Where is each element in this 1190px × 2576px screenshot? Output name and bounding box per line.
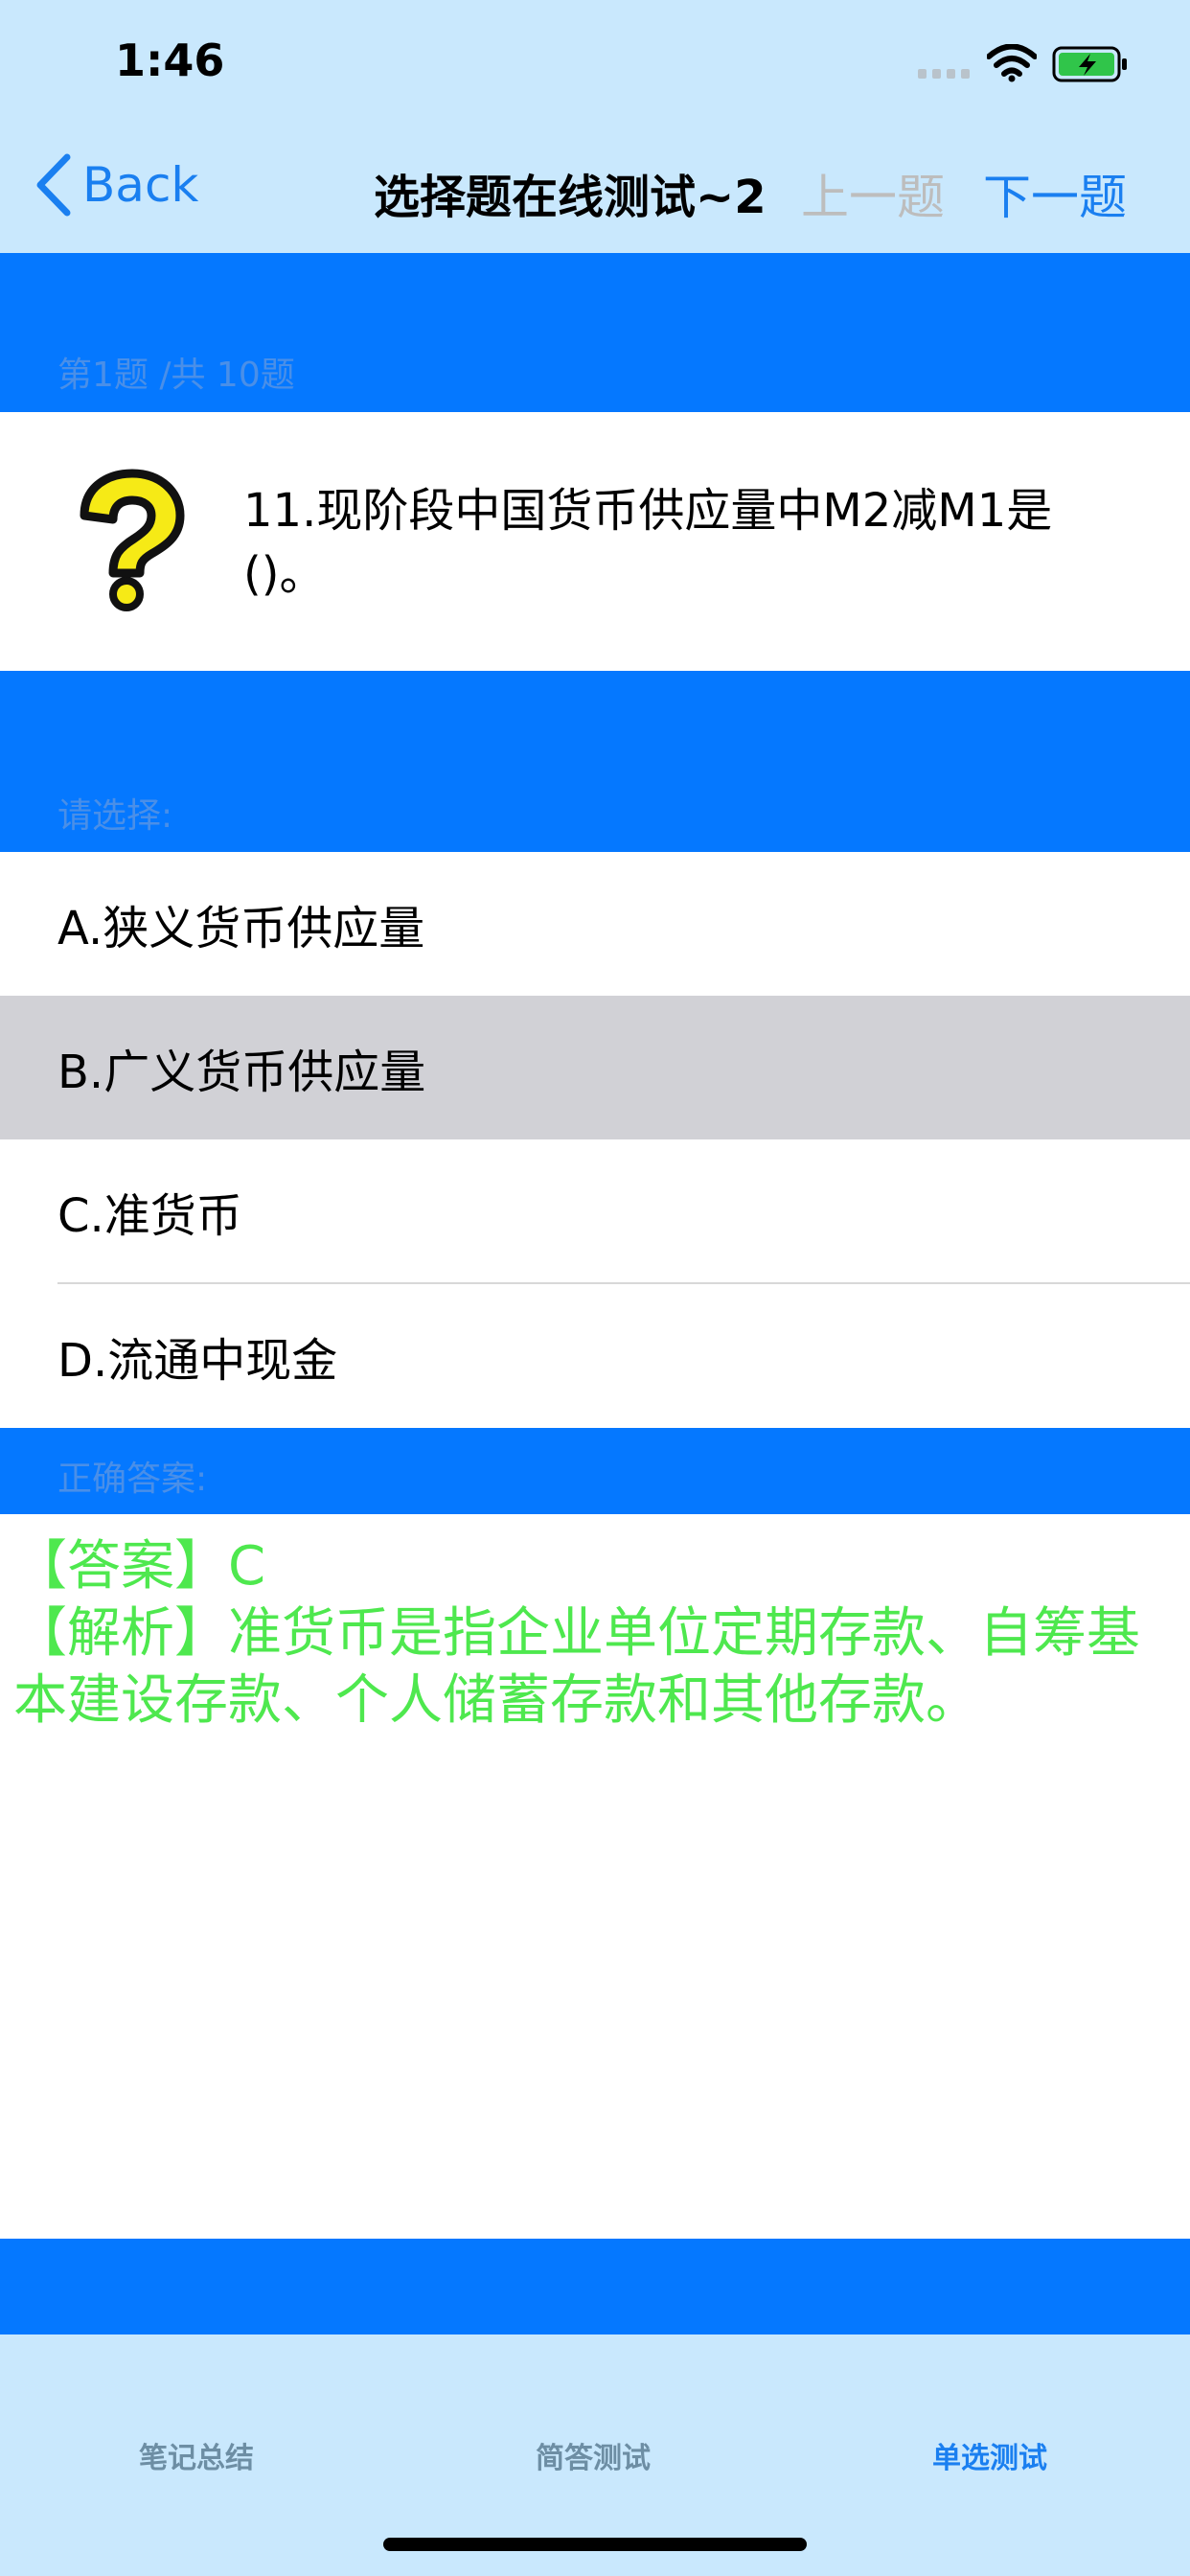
chevron-left-icon xyxy=(36,153,71,217)
bottom-band xyxy=(0,2239,1190,2334)
option-a-label: A.狭义货币供应量 xyxy=(57,902,425,955)
explanation-text: 【解析】准货币是指企业单位定期存款、自筹基本建设存款、个人储蓄存款和其他存款。 xyxy=(13,1602,1140,1732)
tab-notes[interactable]: 笔记总结 xyxy=(139,2434,254,2476)
back-button[interactable]: Back xyxy=(34,153,198,217)
back-label: Back xyxy=(82,157,199,213)
battery-charging-icon xyxy=(1052,46,1127,82)
wifi-icon xyxy=(987,44,1037,82)
choose-label: 请选择: xyxy=(57,796,173,836)
tab-short-answer[interactable]: 简答测试 xyxy=(536,2434,651,2476)
next-question-button[interactable]: 下一题 xyxy=(983,159,1127,228)
page-title: 选择题在线测试~2 xyxy=(374,171,767,224)
prev-question-button[interactable]: 上一题 xyxy=(801,159,945,228)
answer-line: 【答案】C xyxy=(13,1535,266,1598)
option-d-label: D.流通中现金 xyxy=(57,1334,338,1388)
question-mark-icon xyxy=(80,469,185,611)
cellular-signal-icon xyxy=(918,69,970,79)
question-text: 11.现阶段中国货币供应量中M2减M1是()。 xyxy=(243,484,1053,601)
status-time: 1:46 xyxy=(115,34,225,86)
option-b[interactable]: B.广义货币供应量 xyxy=(0,996,1190,1139)
answer-section-label: 正确答案: xyxy=(57,1460,208,1499)
answer-text: 【答案】C 【解析】准货币是指企业单位定期存款、自筹基本建设存款、个人储蓄存款和… xyxy=(13,1533,1163,1735)
choose-section xyxy=(0,671,1190,852)
option-b-label: B.广义货币供应量 xyxy=(57,1046,426,1099)
tab-single-choice[interactable]: 单选测试 xyxy=(932,2434,1047,2476)
option-c-label: C.准货币 xyxy=(57,1189,242,1243)
option-c[interactable]: C.准货币 xyxy=(0,1139,1190,1283)
progress-label: 第1题 /共 10题 xyxy=(57,356,295,395)
option-a[interactable]: A.狭义货币供应量 xyxy=(0,852,1190,996)
option-d[interactable]: D.流通中现金 xyxy=(0,1284,1190,1428)
home-indicator xyxy=(383,2538,807,2551)
